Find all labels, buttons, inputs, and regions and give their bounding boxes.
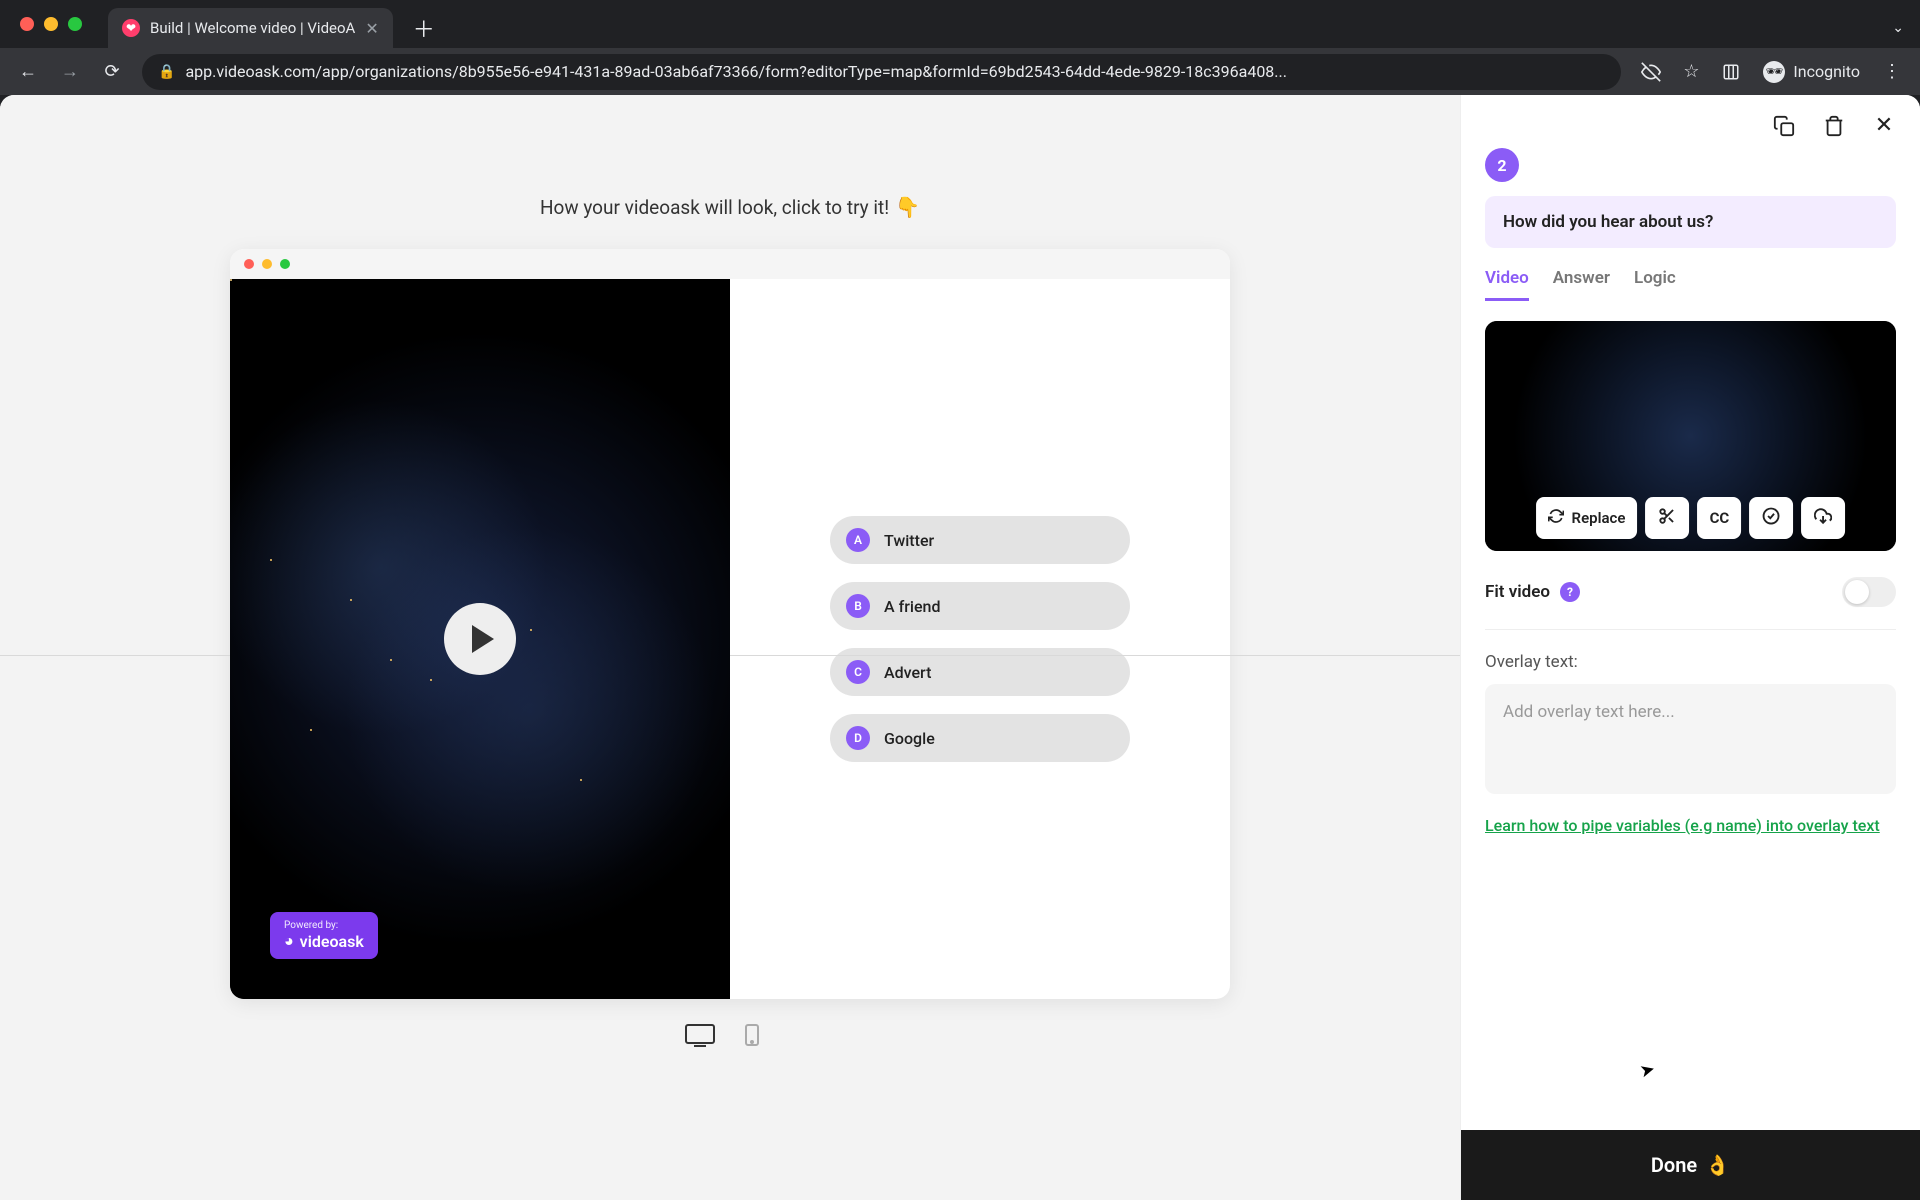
- choice-badge: D: [846, 726, 870, 750]
- captions-button[interactable]: CC: [1697, 497, 1741, 539]
- back-button[interactable]: ←: [10, 54, 46, 90]
- replace-label: Replace: [1572, 509, 1626, 527]
- desktop-view-button[interactable]: [684, 1023, 716, 1047]
- eye-off-icon[interactable]: [1633, 54, 1669, 90]
- replace-video-button[interactable]: Replace: [1536, 497, 1638, 539]
- tab-answer[interactable]: Answer: [1553, 262, 1610, 301]
- tab-video[interactable]: Video: [1485, 262, 1529, 301]
- preview-hint-text: How your videoask will look, click to tr…: [540, 196, 889, 219]
- window-maximize-icon[interactable]: [68, 17, 82, 31]
- fit-video-toggle[interactable]: [1842, 577, 1896, 607]
- learn-pipe-variables-link[interactable]: Learn how to pipe variables (e.g name) i…: [1485, 814, 1896, 838]
- close-panel-button[interactable]: ✕: [1870, 113, 1898, 138]
- step-number-badge: 2: [1485, 148, 1519, 182]
- download-button[interactable]: [1801, 497, 1845, 539]
- trim-video-button[interactable]: [1645, 497, 1689, 539]
- tab-strip: ❤ Build | Welcome video | VideoA ✕ ＋ ⌄: [0, 0, 1920, 48]
- annotate-button[interactable]: [1749, 497, 1793, 539]
- bookmark-star-icon[interactable]: ☆: [1673, 54, 1709, 90]
- choice-label: Advert: [884, 663, 931, 682]
- duplicate-button[interactable]: [1770, 113, 1798, 138]
- scissors-icon: [1658, 507, 1676, 529]
- preview-video[interactable]: Powered by: ◕ videoask: [230, 279, 730, 999]
- mobile-view-button[interactable]: [744, 1023, 776, 1047]
- address-bar[interactable]: 🔒 app.videoask.com/app/organizations/8b9…: [142, 54, 1621, 90]
- window-controls: [20, 17, 82, 31]
- powered-by-brand: ◕ videoask: [284, 931, 364, 951]
- fit-video-row: Fit video ?: [1485, 577, 1896, 630]
- reload-button[interactable]: ⟳: [94, 54, 130, 90]
- browser-chrome: ❤ Build | Welcome video | VideoA ✕ ＋ ⌄ ←…: [0, 0, 1920, 95]
- preview-red-dot-icon: [244, 259, 254, 269]
- extensions-icon[interactable]: [1713, 54, 1749, 90]
- choice-badge: C: [846, 660, 870, 684]
- play-icon: [472, 625, 494, 653]
- toggle-knob: [1845, 580, 1869, 604]
- choice-label: Google: [884, 729, 935, 748]
- question-title[interactable]: How did you hear about us?: [1485, 196, 1896, 248]
- choice-badge: B: [846, 594, 870, 618]
- browser-tab[interactable]: ❤ Build | Welcome video | VideoA ✕: [108, 8, 393, 48]
- replace-icon: [1548, 508, 1564, 528]
- video-actions: Replace CC: [1536, 497, 1846, 539]
- incognito-label: Incognito: [1793, 62, 1860, 81]
- url-text: app.videoask.com/app/organizations/8b955…: [185, 62, 1605, 81]
- toolbar: ← → ⟳ 🔒 app.videoask.com/app/organizatio…: [0, 48, 1920, 95]
- pointer-down-icon: 👇: [895, 195, 920, 219]
- device-toggle: [684, 1023, 776, 1047]
- preview-yellow-dot-icon: [262, 259, 272, 269]
- overflow-menu-icon[interactable]: ⋮: [1874, 54, 1910, 90]
- preview-hint: How your videoask will look, click to tr…: [540, 195, 920, 219]
- play-button[interactable]: [444, 603, 516, 675]
- panel-header: ✕: [1461, 95, 1920, 148]
- cloud-download-icon: [1814, 507, 1832, 529]
- app-page: How your videoask will look, click to tr…: [0, 95, 1920, 1200]
- choice-option[interactable]: B A friend: [830, 582, 1130, 630]
- done-button[interactable]: Done 👌: [1461, 1130, 1920, 1200]
- forward-button[interactable]: →: [52, 54, 88, 90]
- panel-tabs: Video Answer Logic: [1461, 262, 1920, 301]
- window-close-icon[interactable]: [20, 17, 34, 31]
- lock-icon: 🔒: [158, 64, 175, 80]
- tabs-menu-chevron-icon[interactable]: ⌄: [1876, 20, 1920, 36]
- tab-favicon-icon: ❤: [122, 19, 140, 37]
- preview-choices: A Twitter B A friend C Advert D Google: [730, 279, 1230, 999]
- preview-window: Powered by: ◕ videoask A Twitter B A: [230, 249, 1230, 999]
- toolbar-right: ☆ 🕶 Incognito ⋮: [1633, 54, 1910, 90]
- incognito-icon: 🕶: [1763, 61, 1785, 83]
- ok-hand-icon: 👌: [1705, 1153, 1730, 1177]
- powered-by-badge[interactable]: Powered by: ◕ videoask: [270, 912, 378, 959]
- done-label: Done: [1651, 1153, 1697, 1177]
- cc-icon: CC: [1710, 509, 1730, 527]
- tab-logic[interactable]: Logic: [1634, 262, 1676, 301]
- preview-area: How your videoask will look, click to tr…: [0, 95, 1460, 1200]
- choice-option[interactable]: A Twitter: [830, 516, 1130, 564]
- video-thumbnail[interactable]: Replace CC: [1485, 321, 1896, 551]
- preview-titlebar: [230, 249, 1230, 279]
- choice-badge: A: [846, 528, 870, 552]
- window-minimize-icon[interactable]: [44, 17, 58, 31]
- choice-label: Twitter: [884, 531, 934, 550]
- step-badge-row: 2: [1461, 148, 1920, 196]
- new-tab-button[interactable]: ＋: [401, 12, 447, 44]
- tab-close-icon[interactable]: ✕: [365, 19, 378, 38]
- incognito-indicator[interactable]: 🕶 Incognito: [1753, 61, 1870, 83]
- preview-green-dot-icon: [280, 259, 290, 269]
- videoask-logo-icon: ◕: [284, 931, 294, 951]
- choice-label: A friend: [884, 597, 940, 616]
- delete-button[interactable]: [1820, 113, 1848, 138]
- tab-title: Build | Welcome video | VideoA: [150, 19, 355, 37]
- overlay-text-input[interactable]: [1485, 684, 1896, 794]
- powered-by-label: Powered by:: [284, 920, 364, 931]
- preview-content: Powered by: ◕ videoask A Twitter B A: [230, 279, 1230, 999]
- fit-video-label: Fit video: [1485, 582, 1550, 602]
- divider: [0, 655, 1460, 656]
- choice-option[interactable]: D Google: [830, 714, 1130, 762]
- overlay-text-label: Overlay text:: [1485, 652, 1896, 672]
- help-icon[interactable]: ?: [1560, 582, 1580, 602]
- annotation-icon: [1762, 507, 1780, 529]
- overlay-section: Overlay text: Learn how to pipe variable…: [1485, 652, 1896, 838]
- editor-panel: ✕ 2 How did you hear about us? Video Ans…: [1460, 95, 1920, 1200]
